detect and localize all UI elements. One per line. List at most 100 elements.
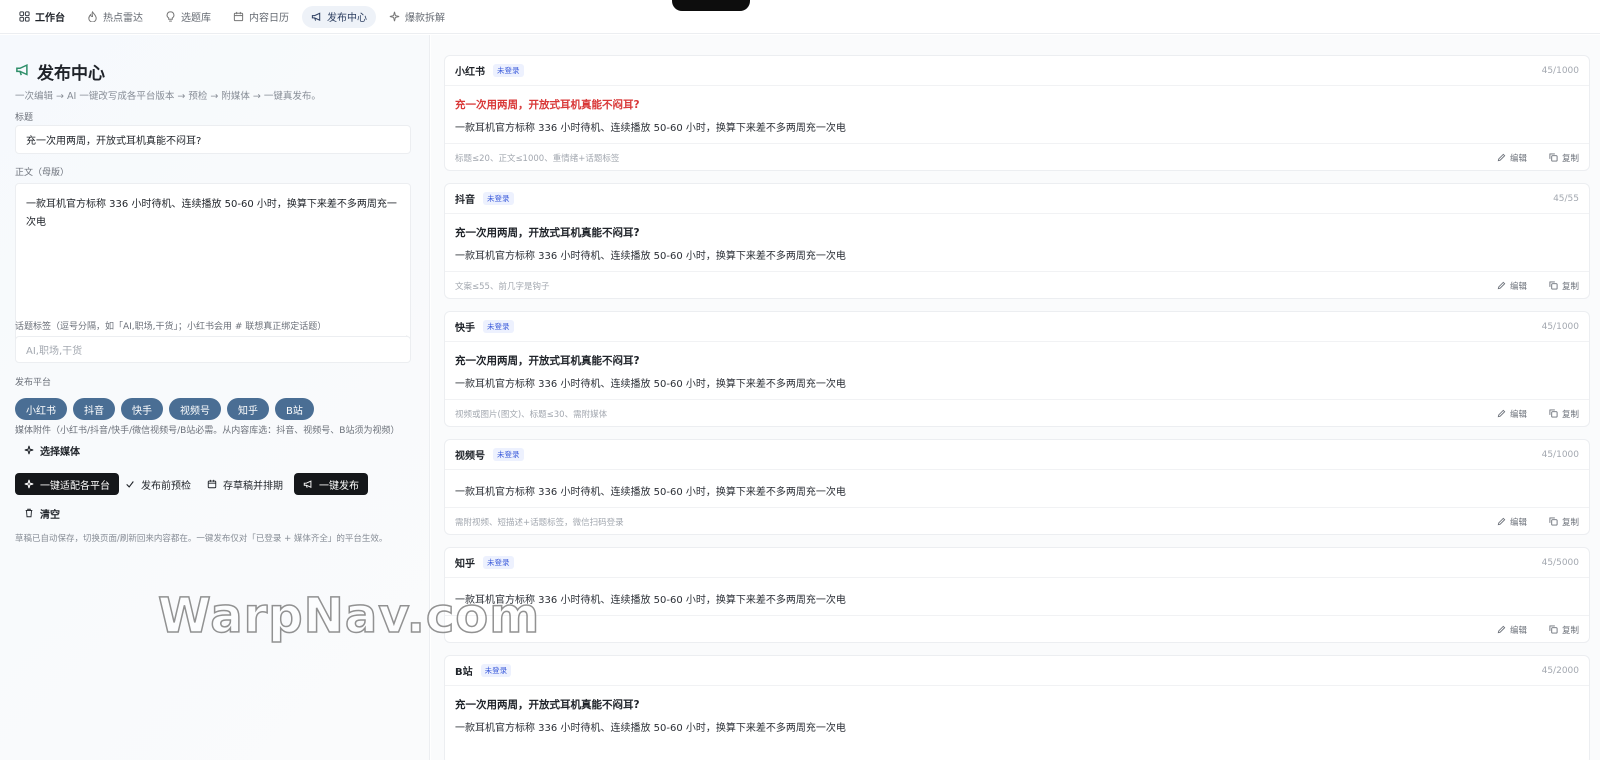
card-header: 知乎 未登录 45/5000 [445, 548, 1589, 578]
tab-label: 工作台 [35, 13, 65, 24]
card-body: 一款耳机官方标称 336 小时待机、连续播放 50-60 小时，换算下来差不多两… [455, 487, 846, 498]
pencil-icon [1497, 153, 1506, 162]
card-body: 一款耳机官方标称 336 小时待机、连续播放 50-60 小时，换算下来差不多两… [455, 379, 846, 390]
clear-button[interactable]: 清空 [15, 502, 69, 524]
platform-pill-kuaishou[interactable]: 快手 [121, 398, 163, 420]
edit-label: 编辑 [1509, 153, 1527, 164]
megaphone-icon [303, 480, 312, 489]
edit-button[interactable]: 编辑 [1497, 152, 1527, 164]
platform-card-xiaohongshu: 小红书 未登录 45/1000 充一次用两周，开放式耳机真能不闷耳? 一款耳机官… [444, 55, 1590, 171]
editor-panel: 发布中心 一次编辑 → AI 一键改写成各平台版本 → 预检 → 附媒体 → 一… [0, 35, 430, 760]
platform-pill-bilibili[interactable]: B站 [275, 398, 314, 420]
copy-button[interactable]: 复制 [1549, 516, 1579, 528]
copy-icon [1549, 625, 1558, 634]
copy-label: 复制 [1561, 281, 1579, 292]
select-media-button[interactable]: 选择媒体 [15, 439, 89, 461]
camera-notch [672, 0, 750, 11]
media-label: 媒体附件（小红书/抖音/快手/微信视频号/B站必需。从内容库选：抖音、视频号、B… [15, 426, 400, 436]
card-header: B站 未登录 45/2000 [445, 656, 1589, 686]
login-status-badge: 未登录 [480, 664, 512, 677]
tab-label: 爆款拆解 [405, 13, 445, 24]
tab-topic-library[interactable]: 选题库 [156, 6, 220, 28]
login-status-badge: 未登录 [483, 556, 514, 569]
char-count: 45/1000 [1541, 450, 1579, 460]
platform-pill-channels[interactable]: 视频号 [169, 398, 221, 420]
page-title-row: 发布中心 [15, 59, 105, 84]
platform-pill-xiaohongshu[interactable]: 小红书 [15, 398, 67, 420]
pencil-icon [1497, 517, 1506, 526]
flame-icon [87, 11, 98, 22]
calendar-icon [207, 479, 217, 489]
grid-icon [19, 11, 30, 22]
save-schedule-label: 存草稿并排期 [223, 480, 283, 492]
platform-card-zhihu: 知乎 未登录 45/5000 一款耳机官方标称 336 小时待机、连续播放 50… [444, 547, 1590, 643]
tab-label: 发布中心 [327, 13, 367, 24]
adapt-all-label: 一键适配各平台 [40, 480, 110, 492]
tab-viral-breakdown[interactable]: 爆款拆解 [380, 6, 454, 28]
card-platform-name: 抖音 [455, 195, 475, 206]
edit-button[interactable]: 编辑 [1497, 624, 1527, 636]
tab-publish-center[interactable]: 发布中心 [302, 5, 376, 28]
body-textarea-value: 一款耳机官方标称 336 小时待机、连续播放 50-60 小时，换算下来差不多两… [26, 199, 397, 228]
card-body: 一款耳机官方标称 336 小时待机、连续播放 50-60 小时，换算下来差不多两… [455, 251, 846, 262]
copy-button[interactable]: 复制 [1549, 408, 1579, 420]
edit-button[interactable]: 编辑 [1497, 280, 1527, 292]
copy-button[interactable]: 复制 [1549, 624, 1579, 636]
precheck-button[interactable]: 发布前预检 [116, 473, 200, 495]
copy-label: 复制 [1561, 517, 1579, 528]
card-footer: 标题≤20、正文≤1000、重情绪+话题标签 编辑 复制 [445, 143, 1589, 170]
publish-label: 一键发布 [319, 480, 359, 492]
card-footer: 文案≤55、前几字是钩子 编辑 复制 [445, 271, 1589, 298]
pencil-icon [1497, 625, 1506, 634]
sparkle-icon [24, 445, 34, 455]
copy-button[interactable]: 复制 [1549, 152, 1579, 164]
adapt-all-button[interactable]: 一键适配各平台 [15, 473, 119, 495]
autosave-note: 草稿已自动保存，切换页面/刷新回来内容都在。一键发布仅对「已登录 + 媒体齐全」… [15, 534, 388, 544]
edit-button[interactable]: 编辑 [1497, 408, 1527, 420]
tab-hot-radar[interactable]: 热点雷达 [78, 6, 152, 28]
login-status-badge: 未登录 [483, 320, 514, 333]
card-body: 一款耳机官方标称 336 小时待机、连续播放 50-60 小时，换算下来差不多两… [455, 723, 846, 734]
title-input[interactable]: 充一次用两周，开放式耳机真能不闷耳? [15, 125, 411, 154]
card-header: 抖音 未登录 45/55 [445, 184, 1589, 214]
card-title: 充一次用两周，开放式耳机真能不闷耳? [455, 699, 640, 711]
copy-label: 复制 [1561, 625, 1579, 636]
char-count: 45/1000 [1541, 322, 1579, 332]
card-footer: 需附视频、短描述+话题标签，微信扫码登录 编辑 复制 [445, 507, 1589, 534]
publish-button[interactable]: 一键发布 [294, 473, 368, 495]
edit-label: 编辑 [1509, 409, 1527, 420]
login-status-badge: 未登录 [483, 192, 514, 205]
platform-pill-douyin[interactable]: 抖音 [73, 398, 115, 420]
card-body: 一款耳机官方标称 336 小时待机、连续播放 50-60 小时，换算下来差不多两… [455, 123, 846, 134]
tab-content-calendar[interactable]: 内容日历 [224, 6, 298, 28]
tab-label: 内容日历 [249, 13, 289, 24]
sparkle-icon [24, 479, 34, 489]
edit-label: 编辑 [1509, 625, 1527, 636]
tab-label: 选题库 [181, 13, 211, 24]
copy-label: 复制 [1561, 153, 1579, 164]
precheck-label: 发布前预检 [141, 480, 191, 492]
card-platform-name: 知乎 [455, 559, 475, 570]
page-subtitle: 一次编辑 → AI 一键改写成各平台版本 → 预检 → 附媒体 → 一键真发布。 [15, 91, 321, 102]
save-schedule-button[interactable]: 存草稿并排期 [198, 473, 292, 495]
copy-button[interactable]: 复制 [1549, 280, 1579, 292]
tags-input[interactable]: AI,职场,干货 [15, 336, 411, 363]
tab-workbench[interactable]: 工作台 [10, 6, 74, 28]
sparkle-icon [389, 11, 400, 22]
platform-pill-zhihu[interactable]: 知乎 [227, 398, 269, 420]
platform-rule-hint: 标题≤20、正文≤1000、重情绪+话题标签 [455, 153, 620, 164]
pencil-icon [1497, 281, 1506, 290]
login-status-badge: 未登录 [493, 64, 524, 77]
copy-icon [1549, 409, 1558, 418]
card-footer: 视频或图片(图文)、标题≤30、需附媒体 编辑 复制 [445, 399, 1589, 426]
card-platform-name: B站 [455, 667, 473, 678]
clear-label: 清空 [40, 509, 60, 521]
char-count: 45/55 [1553, 194, 1579, 204]
copy-icon [1549, 153, 1558, 162]
trash-icon [25, 508, 33, 518]
tab-label: 热点雷达 [103, 13, 143, 24]
lightbulb-icon [165, 11, 176, 22]
edit-label: 编辑 [1509, 517, 1527, 528]
platform-preview-panel: 小红书 未登录 45/1000 充一次用两周，开放式耳机真能不闷耳? 一款耳机官… [431, 35, 1600, 760]
edit-button[interactable]: 编辑 [1497, 516, 1527, 528]
